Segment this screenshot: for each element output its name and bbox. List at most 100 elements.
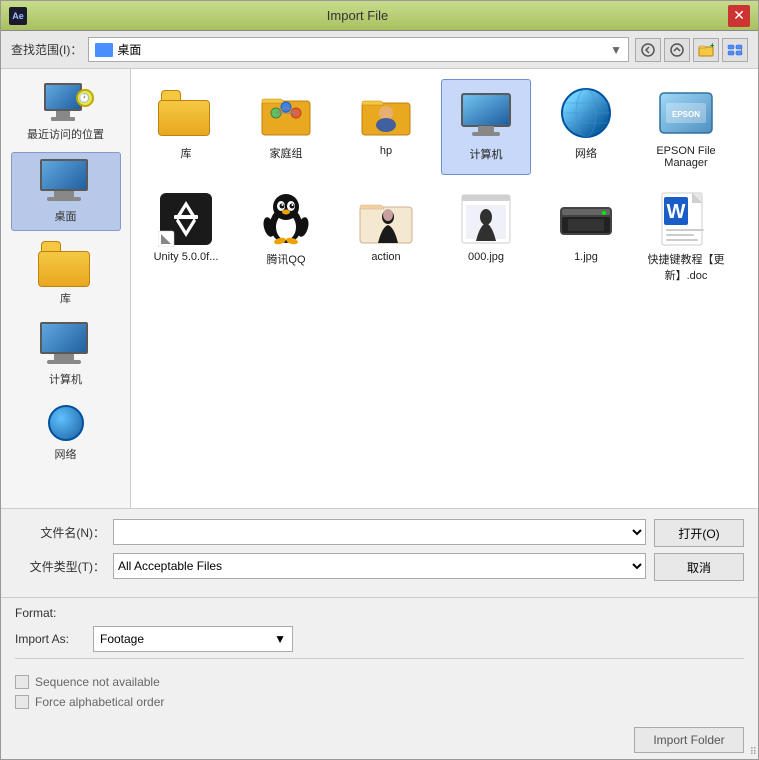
alpha-label: Force alphabetical order <box>35 695 164 709</box>
filename-input[interactable] <box>113 519 646 545</box>
filetype-label: 文件类型(T)： <box>15 558 105 575</box>
file-label-action: action <box>371 251 400 263</box>
sidebar-item-computer[interactable]: 计算机 <box>11 316 121 393</box>
file-item-1jpg[interactable]: 1.jpg <box>541 185 631 289</box>
close-button[interactable]: ✕ <box>728 5 750 27</box>
sidebar-label-library: 库 <box>60 290 71 306</box>
new-folder-button[interactable]: + <box>693 38 719 62</box>
sidebar-item-desktop[interactable]: 桌面 <box>11 152 121 231</box>
import-as-value: Footage <box>100 632 144 646</box>
alpha-checkbox-row: Force alphabetical order <box>15 695 744 709</box>
file-area[interactable]: 库 <box>131 69 758 508</box>
location-dropdown[interactable]: 桌面 ▼ <box>88 37 629 62</box>
dropdown-arrow-icon: ▼ <box>610 43 622 57</box>
file-item-library[interactable]: 库 <box>141 79 231 175</box>
file-label-network: 网络 <box>575 145 597 161</box>
filetype-row: 文件类型(T)： All Acceptable Files <box>15 553 646 579</box>
library-file-icon <box>158 85 214 141</box>
import-folder-row: Import Folder <box>1 721 758 759</box>
file-item-family[interactable]: 家庭组 <box>241 79 331 175</box>
shortcuts-file-icon: W <box>658 191 714 247</box>
sequence-checkbox-row: Sequence not available <box>15 675 744 689</box>
file-item-network[interactable]: 网络 <box>541 79 631 175</box>
ae-icon: Ae <box>9 7 27 25</box>
sidebar-label-computer: 计算机 <box>49 371 82 387</box>
sidebar-label-network: 网络 <box>55 446 77 462</box>
file-item-computer[interactable]: 计算机 <box>441 79 531 175</box>
file-label-qq: 腾讯QQ <box>266 251 305 267</box>
epson-file-icon: EPSON <box>658 85 714 141</box>
unity-file-icon <box>158 191 214 247</box>
file-label-epson: EPSON File Manager <box>647 145 725 169</box>
svg-text:EPSON: EPSON <box>672 110 700 119</box>
desktop-icon <box>95 43 113 57</box>
cancel-button[interactable]: 取消 <box>654 553 744 581</box>
file-item-epson[interactable]: EPSON EPSON File Manager <box>641 79 731 175</box>
family-file-icon <box>258 85 314 141</box>
sidebar-item-network[interactable]: 网络 <box>11 397 121 468</box>
library-sidebar-icon <box>38 241 94 287</box>
import-as-label: Import As: <box>15 632 85 646</box>
qq-file-icon <box>258 191 314 247</box>
location-text: 桌面 <box>117 41 606 58</box>
back-button[interactable] <box>635 38 661 62</box>
format-section: Format: Import As: Footage ▼ <box>1 597 758 669</box>
toolbar-buttons: + <box>635 38 748 62</box>
network-file-icon <box>558 85 614 141</box>
action-buttons: 打开(O) 取消 <box>654 519 744 581</box>
file-label-000jpg: 000.jpg <box>468 251 504 263</box>
file-item-action[interactable]: action <box>341 185 431 289</box>
desktop-sidebar-icon <box>40 159 92 205</box>
sequence-label: Sequence not available <box>35 675 160 689</box>
format-divider <box>15 658 744 659</box>
title-bar: Ae Import File ✕ <box>1 1 758 31</box>
file-item-000jpg[interactable]: 000.jpg <box>441 185 531 289</box>
file-item-shortcuts[interactable]: W 快捷键教程【更新】.doc <box>641 185 731 289</box>
sidebar: 🕐 最近访问的位置 桌面 <box>1 69 131 508</box>
computer-file-icon <box>458 86 514 142</box>
sidebar-label-recent: 最近访问的位置 <box>27 126 104 142</box>
window-title: Import File <box>27 8 688 23</box>
sidebar-item-library[interactable]: 库 <box>11 235 121 312</box>
file-label-library: 库 <box>181 145 192 161</box>
import-as-arrow-icon: ▼ <box>274 632 286 646</box>
recent-icon: 🕐 <box>44 83 88 123</box>
file-item-qq[interactable]: 腾讯QQ <box>241 185 331 289</box>
import-as-select[interactable]: Footage ▼ <box>93 626 293 652</box>
filename-row: 文件名(N)： <box>15 519 646 545</box>
file-label-1jpg: 1.jpg <box>574 251 598 263</box>
file-label-family: 家庭组 <box>270 145 303 161</box>
format-label: Format: <box>15 606 744 620</box>
filetype-select[interactable]: All Acceptable Files <box>113 553 646 579</box>
up-button[interactable] <box>664 38 690 62</box>
file-label-computer: 计算机 <box>470 146 503 162</box>
1jpg-file-icon <box>558 191 614 247</box>
network-sidebar-icon <box>44 403 88 443</box>
file-label-unity: Unity 5.0.0f... <box>154 251 219 263</box>
filename-label: 文件名(N)： <box>15 524 105 541</box>
main-content: 🕐 最近访问的位置 桌面 <box>1 69 758 508</box>
svg-text:+: + <box>710 43 714 50</box>
action-file-icon <box>358 191 414 247</box>
sequence-checkbox[interactable] <box>15 675 29 689</box>
sidebar-item-recent[interactable]: 🕐 最近访问的位置 <box>11 77 121 148</box>
bottom-section: 文件名(N)： 文件类型(T)： All Acceptable Files 打开… <box>1 508 758 597</box>
file-item-unity[interactable]: Unity 5.0.0f... <box>141 185 231 289</box>
svg-text:W: W <box>667 201 686 223</box>
file-item-hp[interactable]: hp <box>341 79 431 175</box>
hp-file-icon <box>358 85 414 141</box>
import-as-row: Import As: Footage ▼ <box>15 626 744 652</box>
computer-sidebar-icon <box>40 322 92 368</box>
view-button[interactable] <box>722 38 748 62</box>
sidebar-label-desktop: 桌面 <box>55 208 77 224</box>
alpha-checkbox[interactable] <box>15 695 29 709</box>
checkboxes-section: Sequence not available Force alphabetica… <box>1 669 758 721</box>
000jpg-file-icon <box>458 191 514 247</box>
toolbar-label: 查找范围(I)： <box>11 41 82 58</box>
import-folder-button[interactable]: Import Folder <box>634 727 744 753</box>
file-label-hp: hp <box>380 145 392 157</box>
toolbar: 查找范围(I)： 桌面 ▼ + <box>1 31 758 69</box>
resize-corner[interactable]: ⠿ <box>750 747 757 758</box>
file-label-shortcuts: 快捷键教程【更新】.doc <box>647 251 725 283</box>
open-button[interactable]: 打开(O) <box>654 519 744 547</box>
